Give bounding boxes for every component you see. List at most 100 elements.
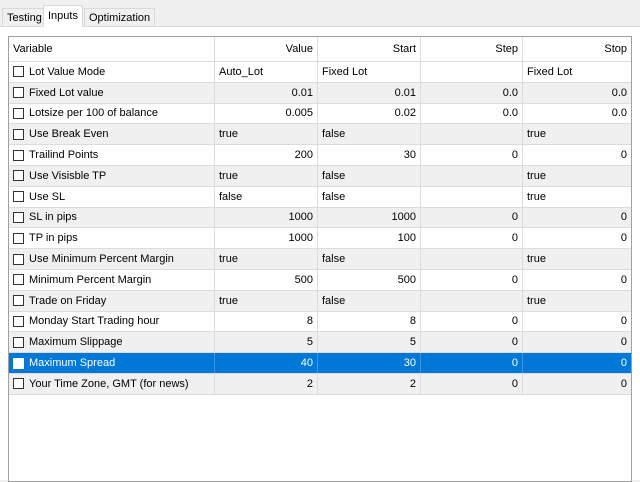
stop-cell[interactable]: 0 bbox=[523, 374, 631, 394]
table-row[interactable]: Lot Value Mode Auto_Lot Fixed Lot Fixed Lot bbox=[9, 62, 631, 83]
table-row[interactable]: Lotsize per 100 of balance 0.005 0.02 0.0 0.… bbox=[9, 103, 631, 125]
start-cell[interactable]: 0.02 bbox=[318, 103, 421, 124]
step-cell[interactable] bbox=[421, 62, 523, 82]
stop-cell[interactable]: 0 bbox=[523, 145, 631, 165]
table-row[interactable]: Use Break Even true false true bbox=[9, 124, 631, 146]
start-cell[interactable]: false bbox=[318, 124, 421, 145]
optimize-checkbox[interactable] bbox=[13, 191, 24, 203]
value-cell[interactable]: 500 bbox=[215, 269, 318, 290]
tab-inputs[interactable]: Inputs bbox=[43, 5, 83, 27]
step-cell[interactable]: 0 bbox=[421, 353, 523, 373]
tab-optimization[interactable]: Optimization bbox=[84, 8, 156, 26]
optimize-checkbox[interactable] bbox=[13, 211, 24, 223]
stop-cell[interactable]: 0 bbox=[523, 270, 631, 290]
step-cell[interactable]: 0 bbox=[421, 332, 523, 353]
start-cell[interactable]: 8 bbox=[318, 311, 421, 332]
step-cell[interactable] bbox=[421, 290, 523, 311]
step-cell[interactable] bbox=[421, 124, 523, 145]
value-cell[interactable]: Auto_Lot bbox=[215, 62, 318, 82]
optimize-checkbox[interactable] bbox=[13, 274, 24, 286]
optimize-checkbox[interactable] bbox=[13, 87, 24, 99]
value-cell[interactable]: 2 bbox=[215, 373, 318, 394]
table-row[interactable]: Trailind Points 200 30 0 0 bbox=[9, 145, 631, 166]
optimize-checkbox[interactable] bbox=[13, 149, 24, 161]
table-row[interactable]: Use Visisble TP true false true bbox=[9, 165, 631, 187]
table-row[interactable]: Minimum Percent Margin 500 500 0 0 bbox=[9, 269, 631, 291]
tab-testing[interactable]: Testing bbox=[2, 8, 47, 26]
column-header-step[interactable]: Step bbox=[421, 37, 523, 61]
stop-cell[interactable]: true bbox=[523, 187, 631, 207]
value-cell[interactable]: 1000 bbox=[215, 228, 318, 249]
step-cell[interactable]: 0.0 bbox=[421, 103, 523, 124]
column-header-variable[interactable]: Variable bbox=[9, 37, 215, 61]
start-cell[interactable]: Fixed Lot bbox=[318, 62, 421, 82]
value-cell[interactable]: 40 bbox=[215, 353, 318, 373]
optimize-checkbox[interactable] bbox=[13, 253, 24, 265]
value-cell[interactable]: true bbox=[215, 290, 318, 311]
stop-cell[interactable]: true bbox=[523, 291, 631, 311]
step-cell[interactable] bbox=[421, 186, 523, 207]
start-cell[interactable]: false bbox=[318, 186, 421, 207]
optimize-checkbox[interactable] bbox=[13, 128, 24, 140]
step-cell[interactable]: 0.0 bbox=[421, 82, 523, 103]
start-cell[interactable]: 500 bbox=[318, 269, 421, 290]
value-cell[interactable]: false bbox=[215, 186, 318, 207]
step-cell[interactable] bbox=[421, 249, 523, 269]
start-cell[interactable]: 2 bbox=[318, 373, 421, 394]
step-cell[interactable]: 0 bbox=[421, 145, 523, 165]
start-cell[interactable]: 100 bbox=[318, 228, 421, 249]
table-row[interactable]: SL in pips 1000 1000 0 0 bbox=[9, 207, 631, 229]
stop-cell[interactable]: 0.0 bbox=[523, 104, 631, 124]
start-cell[interactable]: 5 bbox=[318, 332, 421, 353]
table-row[interactable]: Maximum Spread 40 30 0 0 bbox=[9, 353, 631, 374]
optimize-checkbox[interactable] bbox=[13, 295, 24, 307]
optimize-checkbox[interactable] bbox=[13, 336, 24, 348]
optimize-checkbox[interactable] bbox=[13, 170, 24, 182]
value-cell[interactable]: true bbox=[215, 165, 318, 186]
start-cell[interactable]: 30 bbox=[318, 353, 421, 373]
step-cell[interactable]: 0 bbox=[421, 207, 523, 228]
stop-cell[interactable]: 0 bbox=[523, 312, 631, 332]
step-cell[interactable]: 0 bbox=[421, 228, 523, 249]
optimize-checkbox[interactable] bbox=[13, 66, 24, 78]
start-cell[interactable]: false bbox=[318, 290, 421, 311]
value-cell[interactable]: true bbox=[215, 249, 318, 269]
table-row[interactable]: Use SL false false true bbox=[9, 186, 631, 208]
optimize-checkbox[interactable] bbox=[13, 232, 24, 244]
table-row[interactable]: Trade on Friday true false true bbox=[9, 290, 631, 312]
optimize-checkbox[interactable] bbox=[13, 107, 24, 119]
value-cell[interactable]: 5 bbox=[215, 332, 318, 353]
table-row[interactable]: TP in pips 1000 100 0 0 bbox=[9, 228, 631, 250]
stop-cell[interactable]: Fixed Lot bbox=[523, 62, 631, 82]
step-cell[interactable] bbox=[421, 165, 523, 186]
optimize-checkbox[interactable] bbox=[13, 315, 24, 327]
value-cell[interactable]: 8 bbox=[215, 311, 318, 332]
table-row[interactable]: Your Time Zone, GMT (for news) 2 2 0 0 bbox=[9, 373, 631, 395]
value-cell[interactable]: 0.005 bbox=[215, 103, 318, 124]
value-cell[interactable]: 1000 bbox=[215, 207, 318, 228]
start-cell[interactable]: 1000 bbox=[318, 207, 421, 228]
optimize-checkbox[interactable] bbox=[13, 378, 24, 390]
start-cell[interactable]: false bbox=[318, 249, 421, 269]
table-row[interactable]: Fixed Lot value 0.01 0.01 0.0 0.0 bbox=[9, 82, 631, 104]
optimize-checkbox[interactable] bbox=[13, 357, 24, 369]
step-cell[interactable]: 0 bbox=[421, 311, 523, 332]
start-cell[interactable]: 30 bbox=[318, 145, 421, 165]
step-cell[interactable]: 0 bbox=[421, 269, 523, 290]
stop-cell[interactable]: true bbox=[523, 124, 631, 144]
start-cell[interactable]: 0.01 bbox=[318, 82, 421, 103]
table-row[interactable]: Use Minimum Percent Margin true false true bbox=[9, 249, 631, 270]
column-header-start[interactable]: Start bbox=[318, 37, 421, 61]
value-cell[interactable]: 0.01 bbox=[215, 82, 318, 103]
stop-cell[interactable]: true bbox=[523, 249, 631, 269]
column-header-value[interactable]: Value bbox=[215, 37, 318, 61]
stop-cell[interactable]: 0 bbox=[523, 353, 631, 373]
stop-cell[interactable]: 0.0 bbox=[523, 83, 631, 103]
stop-cell[interactable]: true bbox=[523, 166, 631, 186]
start-cell[interactable]: false bbox=[318, 165, 421, 186]
column-header-stop[interactable]: Stop bbox=[523, 37, 631, 61]
step-cell[interactable]: 0 bbox=[421, 373, 523, 394]
value-cell[interactable]: 200 bbox=[215, 145, 318, 165]
stop-cell[interactable]: 0 bbox=[523, 332, 631, 352]
table-row[interactable]: Monday Start Trading hour 8 8 0 0 bbox=[9, 311, 631, 333]
